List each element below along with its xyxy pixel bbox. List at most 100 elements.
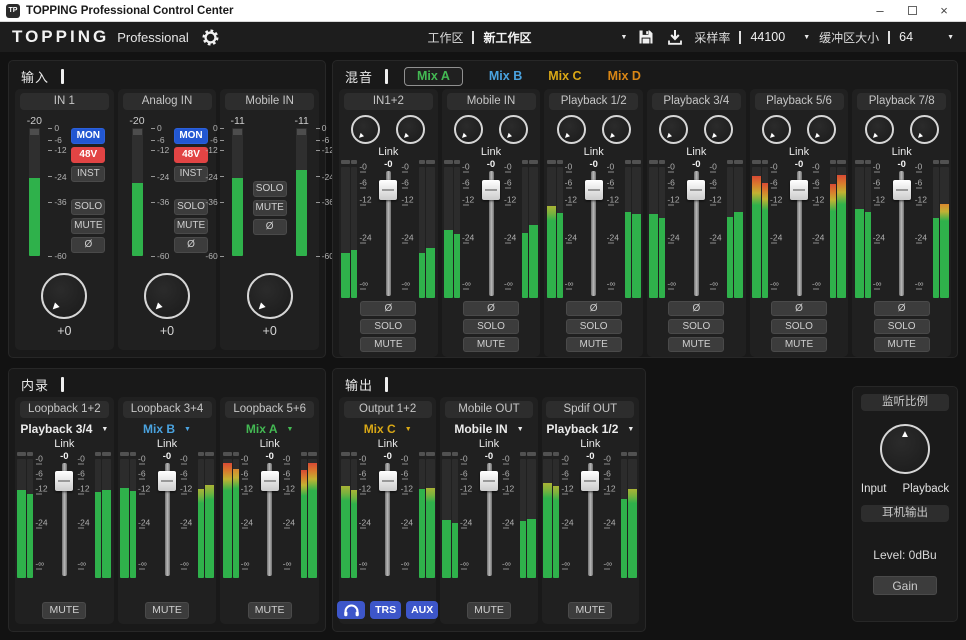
level-knob-right[interactable]: ▲ [807, 115, 836, 144]
source-select[interactable]: Mobile IN▼ [442, 421, 535, 437]
mute-button[interactable]: MUTE [253, 200, 287, 216]
phase-button[interactable]: Ø [668, 301, 724, 316]
level-knob-left[interactable]: ▲ [762, 115, 791, 144]
phase-button[interactable]: Ø [174, 237, 208, 253]
phase-button[interactable]: Ø [566, 301, 622, 316]
close-button[interactable]: × [928, 0, 960, 22]
gain-button[interactable]: Gain [873, 576, 937, 595]
workspace-dropdown-arrow[interactable]: ▼ [620, 34, 627, 41]
channel-fader[interactable]: -0 [583, 160, 605, 298]
link-label[interactable]: Link [686, 146, 706, 158]
mute-button[interactable]: MUTE [568, 602, 612, 619]
solo-button[interactable]: SOLO [566, 319, 622, 334]
monitor-ratio-knob[interactable]: ▲ [880, 424, 930, 474]
link-label[interactable]: Link [479, 438, 499, 450]
channel-fader[interactable]: -0 [259, 452, 281, 578]
link-label[interactable]: Link [584, 146, 604, 158]
save-workspace-button[interactable] [636, 27, 656, 47]
mix-tab-mix-d[interactable]: Mix D [608, 68, 641, 85]
source-select[interactable]: Playback 3/4▼ [17, 421, 112, 437]
level-knob-right[interactable]: ▲ [910, 115, 939, 144]
mute-button[interactable]: MUTE [42, 602, 86, 619]
source-select[interactable]: Playback 1/2▼ [544, 421, 637, 437]
mix-tab-mix-c[interactable]: Mix C [548, 68, 581, 85]
mute-button[interactable]: MUTE [668, 337, 724, 352]
fader-handle[interactable] [261, 471, 279, 491]
channel-fader[interactable]: -0 [685, 160, 707, 298]
phantom-power-toggle[interactable]: 48V [174, 147, 208, 163]
minimize-button[interactable]: – [864, 0, 896, 22]
fader-handle[interactable] [893, 180, 911, 200]
phase-button[interactable]: Ø [463, 301, 519, 316]
solo-button[interactable]: SOLO [174, 199, 208, 215]
mute-button[interactable]: MUTE [874, 337, 930, 352]
phase-button[interactable]: Ø [771, 301, 827, 316]
solo-button[interactable]: SOLO [360, 319, 416, 334]
fader-handle[interactable] [687, 180, 705, 200]
sample-rate-select[interactable]: 44100 ▼ [750, 30, 810, 44]
fader-handle[interactable] [482, 180, 500, 200]
solo-button[interactable]: SOLO [668, 319, 724, 334]
channel-fader[interactable]: -0 [579, 452, 601, 578]
mute-button[interactable]: MUTE [463, 337, 519, 352]
fader-handle[interactable] [480, 471, 498, 491]
workspace-select[interactable]: 新工作区 [483, 29, 611, 46]
aux-button[interactable]: AUX [406, 601, 438, 619]
mute-button[interactable]: MUTE [248, 602, 292, 619]
source-select[interactable]: Mix A▼ [222, 421, 317, 437]
link-label[interactable]: Link [481, 146, 501, 158]
mix-tab-mix-b[interactable]: Mix B [489, 68, 522, 85]
level-knob-left[interactable]: ▲ [351, 115, 380, 144]
headphone-button[interactable] [337, 601, 365, 619]
channel-fader[interactable]: -0 [377, 160, 399, 298]
link-label[interactable]: Link [892, 146, 912, 158]
phase-button[interactable]: Ø [253, 219, 287, 235]
source-select[interactable]: Mix C▼ [341, 421, 434, 437]
solo-button[interactable]: SOLO [771, 319, 827, 334]
solo-button[interactable]: SOLO [71, 199, 105, 215]
monitor-toggle[interactable]: MON [71, 128, 105, 144]
phantom-power-toggle[interactable]: 48V [71, 147, 105, 163]
channel-fader[interactable]: -0 [891, 160, 913, 298]
buffer-size-select[interactable]: 64 ▼ [899, 30, 954, 44]
fader-handle[interactable] [581, 471, 599, 491]
link-label[interactable]: Link [580, 438, 600, 450]
solo-button[interactable]: SOLO [874, 319, 930, 334]
channel-fader[interactable]: -0 [480, 160, 502, 298]
link-label[interactable]: Link [378, 438, 398, 450]
mute-button[interactable]: MUTE [771, 337, 827, 352]
maximize-button[interactable] [896, 0, 928, 22]
level-knob-right[interactable]: ▲ [704, 115, 733, 144]
mute-button[interactable]: MUTE [71, 218, 105, 234]
fader-handle[interactable] [585, 180, 603, 200]
link-label[interactable]: Link [378, 146, 398, 158]
instrument-toggle[interactable]: INST [174, 166, 208, 182]
mute-button[interactable]: MUTE [145, 602, 189, 619]
monitor-toggle[interactable]: MON [174, 128, 208, 144]
solo-button[interactable]: SOLO [463, 319, 519, 334]
load-workspace-button[interactable] [665, 27, 685, 47]
input-gain-knob[interactable]: ▲ [247, 273, 293, 319]
link-label[interactable]: Link [260, 438, 280, 450]
channel-fader[interactable]: -0 [156, 452, 178, 578]
link-label[interactable]: Link [157, 438, 177, 450]
phase-button[interactable]: Ø [874, 301, 930, 316]
phase-button[interactable]: Ø [71, 237, 105, 253]
source-select[interactable]: Mix B▼ [120, 421, 215, 437]
channel-fader[interactable]: -0 [478, 452, 500, 578]
level-knob-left[interactable]: ▲ [557, 115, 586, 144]
mute-button[interactable]: MUTE [360, 337, 416, 352]
mix-tab-mix-a[interactable]: Mix A [404, 67, 463, 86]
settings-button[interactable] [201, 28, 220, 47]
fader-handle[interactable] [158, 471, 176, 491]
instrument-toggle[interactable]: INST [71, 166, 105, 182]
fader-handle[interactable] [790, 180, 808, 200]
mute-button[interactable]: MUTE [174, 218, 208, 234]
input-gain-knob[interactable]: ▲ [41, 273, 87, 319]
link-label[interactable]: Link [789, 146, 809, 158]
phase-button[interactable]: Ø [360, 301, 416, 316]
channel-fader[interactable]: -0 [788, 160, 810, 298]
solo-button[interactable]: SOLO [253, 181, 287, 197]
channel-fader[interactable]: -0 [377, 452, 399, 578]
level-knob-right[interactable]: ▲ [499, 115, 528, 144]
